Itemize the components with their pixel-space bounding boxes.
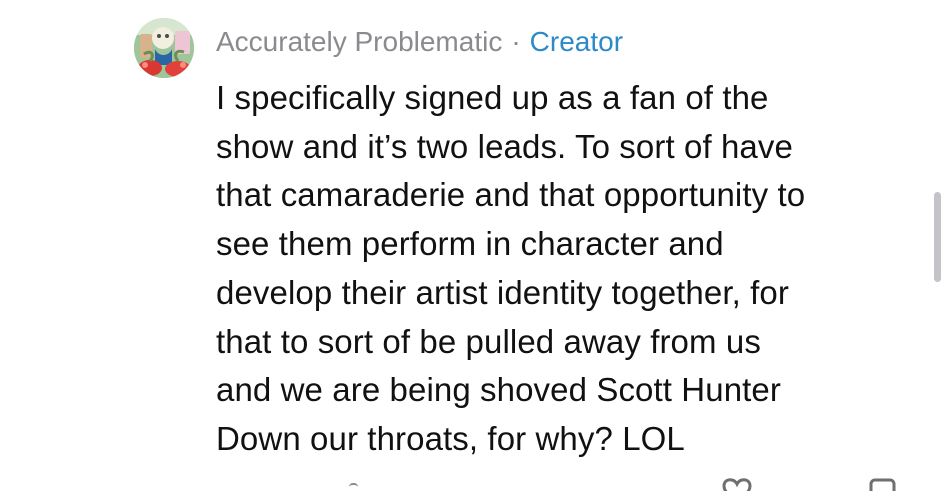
creator-badge: Creator <box>529 26 624 57</box>
comment-line: Down our throats, for why? LOL <box>216 419 685 457</box>
heart-icon[interactable] <box>720 478 754 491</box>
comment-line: that camaraderie and that opportunity to <box>216 176 806 214</box>
comment-line: develop their artist identity together, … <box>216 273 789 311</box>
profile-avatar[interactable] <box>134 18 194 78</box>
comment-line: that to sort of be pulled away from us <box>216 322 761 360</box>
reply-icon[interactable] <box>866 478 900 491</box>
comment-text: I specifically signed up as a fan of the… <box>216 74 931 464</box>
comment-view: Accurately Problematic · Creator I speci… <box>0 0 951 491</box>
comment-line: show and it’s two leads. To sort of have <box>216 127 793 165</box>
vertical-scrollbar[interactable] <box>934 192 941 282</box>
metadata-separator: · <box>511 26 521 57</box>
author-name[interactable]: Accurately Problematic <box>216 22 502 62</box>
comment-line: see them perform in character and <box>216 225 724 263</box>
comment-header: Accurately Problematic · Creator <box>216 22 623 62</box>
comment-actions <box>0 478 951 491</box>
avatar-image <box>134 18 194 78</box>
partial-action-icon[interactable] <box>349 483 358 489</box>
comment-line: I specifically signed up as a fan of the <box>216 79 769 116</box>
comment-line: and we are being shoved Scott Hunter <box>216 371 781 409</box>
